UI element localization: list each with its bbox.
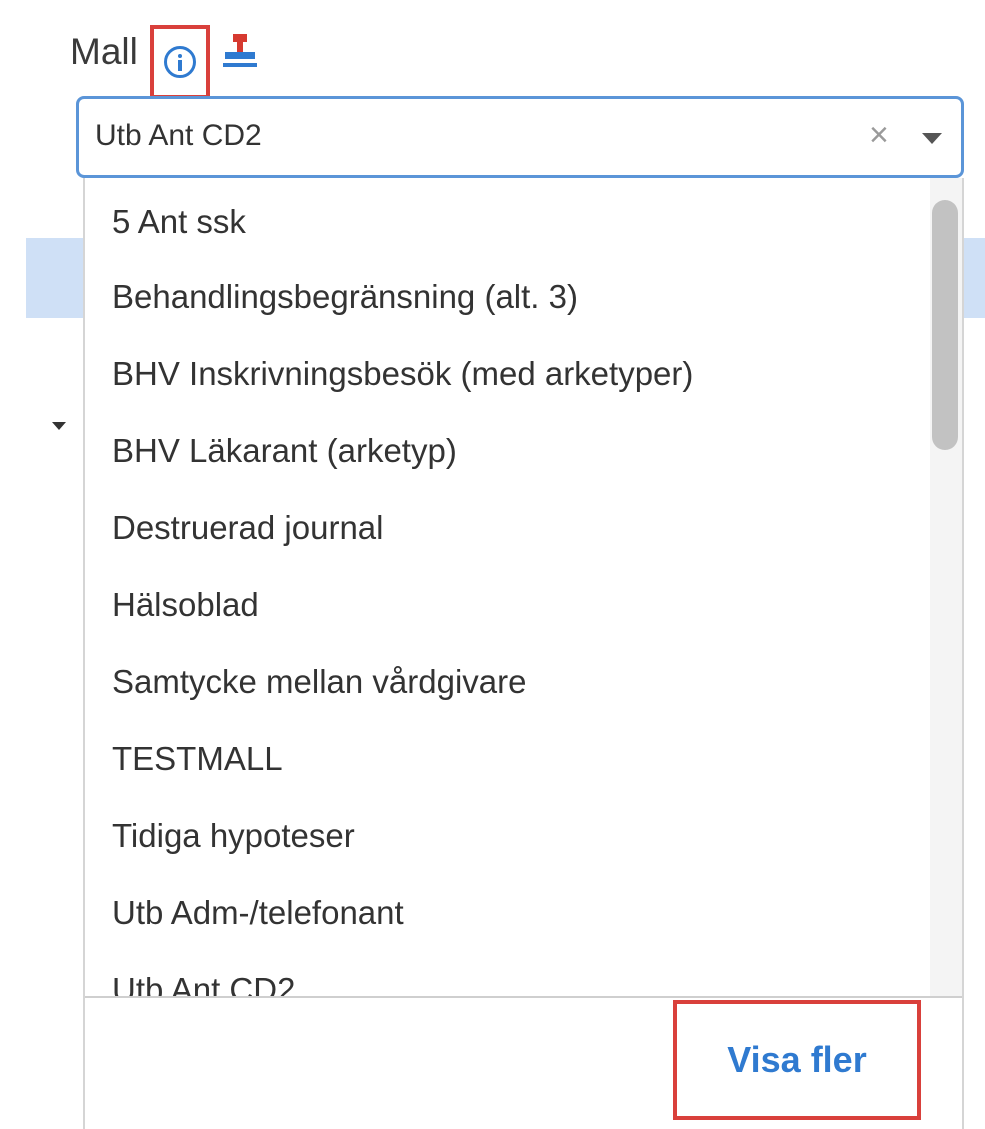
dropdown-menu: 5 Ant ssk Behandlingsbegränsning (alt. 3… <box>83 178 964 1129</box>
info-icon[interactable] <box>163 46 196 78</box>
field-label: Mall <box>70 31 138 72</box>
stamp-icon-handle <box>232 34 247 42</box>
dropdown-option[interactable]: Samtycke mellan vårdgivare <box>85 643 930 720</box>
dropdown-option[interactable]: BHV Läkarant (arketyp) <box>85 412 930 489</box>
dropdown-option[interactable]: Hälsoblad <box>85 566 930 643</box>
dropdown-option[interactable]: Utb Ant CD2 <box>85 951 930 996</box>
show-more-highlight: Visa fler <box>673 1000 921 1120</box>
stamp-icon-neck <box>236 42 243 52</box>
dropdown-option[interactable]: Utb Adm-/telefonant <box>85 874 930 951</box>
stamp-icon-line <box>222 63 257 67</box>
chevron-down-icon[interactable] <box>922 133 942 144</box>
selected-value: Utb Ant CD2 <box>95 119 262 152</box>
caret-down-icon[interactable] <box>52 422 66 430</box>
dropdown-option[interactable]: 5 Ant ssk <box>85 178 930 258</box>
dropdown-option[interactable]: BHV Inskrivningsbesök (med arketyper) <box>85 335 930 412</box>
template-select[interactable]: Utb Ant CD2 × <box>76 96 964 178</box>
dropdown-option[interactable]: Behandlingsbegränsning (alt. 3) <box>85 258 930 335</box>
scrollbar[interactable] <box>930 178 962 996</box>
stamp-icon-base <box>224 52 255 59</box>
dropdown-option[interactable]: Tidiga hypoteser <box>85 797 930 874</box>
close-icon[interactable]: × <box>869 115 889 155</box>
scrollbar-thumb[interactable] <box>932 200 958 450</box>
info-icon-highlight <box>149 25 210 99</box>
dropdown-options: 5 Ant ssk Behandlingsbegränsning (alt. 3… <box>85 178 930 996</box>
stamp-icon[interactable] <box>222 32 258 72</box>
dropdown-option[interactable]: Destruerad journal <box>85 489 930 566</box>
dropdown-option[interactable]: TESTMALL <box>85 720 930 797</box>
field-label-row: Mall <box>70 22 258 99</box>
show-more-button[interactable]: Visa fler <box>727 1039 866 1081</box>
dropdown-footer: Visa fler <box>85 996 962 1129</box>
